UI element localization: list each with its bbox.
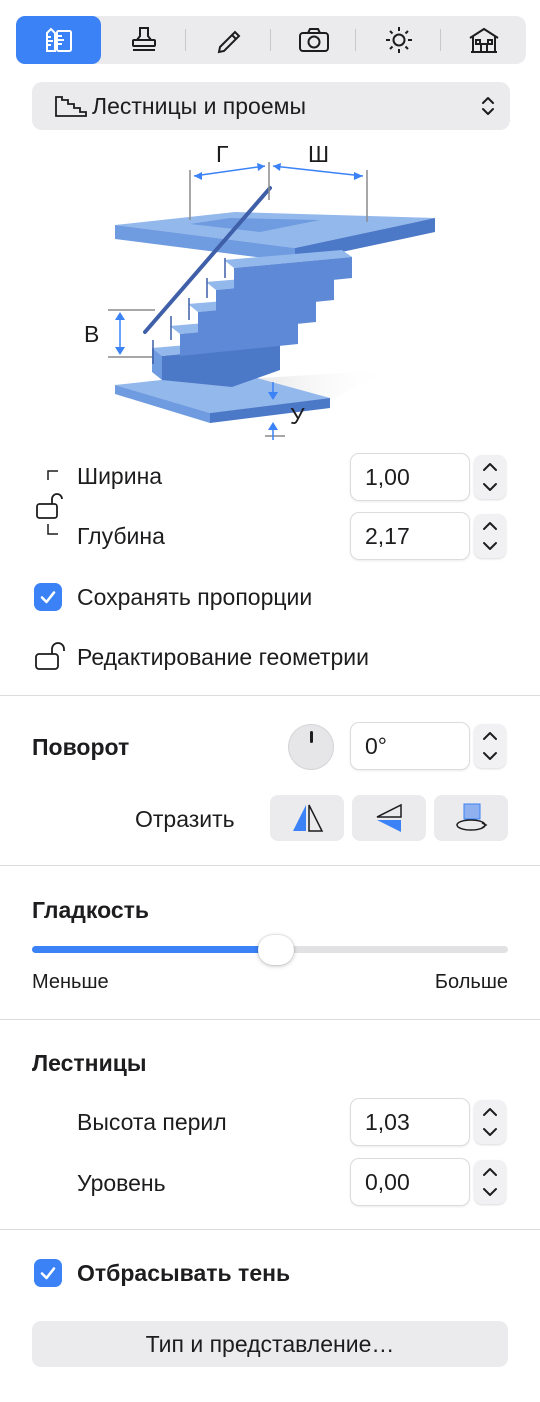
tab-light[interactable] xyxy=(356,16,441,64)
stairs-icon xyxy=(55,96,87,117)
mirror-horizontal-button[interactable] xyxy=(270,795,344,841)
width-field[interactable]: 1,00 xyxy=(350,453,470,501)
railing-height-field[interactable]: 1,03 xyxy=(350,1098,470,1146)
depth-label: Глубина xyxy=(77,523,165,549)
tab-style[interactable] xyxy=(101,16,186,64)
divider xyxy=(0,1229,540,1230)
width-label: Ширина xyxy=(77,463,163,489)
smoothness-title: Гладкость xyxy=(32,897,150,923)
smoothness-slider-knob[interactable] xyxy=(258,935,294,965)
divider xyxy=(0,695,540,696)
upper-landing xyxy=(115,212,435,262)
level-stepper[interactable] xyxy=(474,1160,506,1204)
cast-shadow-label: Отбрасывать тень xyxy=(77,1260,291,1286)
chevron-up-icon[interactable] xyxy=(481,1106,499,1118)
width-stepper[interactable] xyxy=(474,455,506,499)
checkmark-icon xyxy=(40,591,56,604)
stair-illustration: Г Ш В У xyxy=(84,141,435,440)
mirror-label: Отразить xyxy=(135,806,235,832)
depth-stepper[interactable] xyxy=(474,514,506,558)
tab-building[interactable] xyxy=(441,16,526,64)
mirror-vertical-button[interactable] xyxy=(352,795,426,841)
chevron-down-icon[interactable] xyxy=(481,540,499,552)
keep-proportions-label: Сохранять пропорции xyxy=(77,584,313,610)
tab-edit[interactable] xyxy=(186,16,271,64)
checkmark-icon xyxy=(40,1267,56,1280)
level-label: Уровень xyxy=(77,1170,166,1196)
category-popup[interactable]: Лестницы и проемы xyxy=(32,82,510,130)
pencil-icon xyxy=(217,30,240,54)
smoothness-slider-fill xyxy=(32,946,276,953)
edit-geometry-lock[interactable] xyxy=(34,642,68,679)
sun-icon xyxy=(385,27,412,53)
smoothness-min-label: Меньше xyxy=(32,971,109,993)
category-label: Лестницы и проемы xyxy=(92,92,306,119)
type-representation-label: Тип и представление… xyxy=(145,1330,395,1357)
rotation-dial[interactable] xyxy=(288,724,334,770)
mirror-depth-button[interactable] xyxy=(434,795,508,841)
chevron-down-icon[interactable] xyxy=(481,481,499,493)
edit-geometry-label: Редактирование геометрии xyxy=(77,644,369,670)
tab-dimensions[interactable] xyxy=(16,16,101,64)
camera-icon xyxy=(298,28,329,52)
divider xyxy=(0,865,540,866)
ruler-tools-icon xyxy=(45,27,72,52)
label-u: У xyxy=(290,403,305,429)
type-representation-button[interactable]: Тип и представление… xyxy=(32,1321,508,1367)
rotation-field[interactable]: 0° xyxy=(350,722,470,770)
chevron-up-icon[interactable] xyxy=(481,520,499,532)
dial-needle xyxy=(310,731,313,743)
label-g: Г xyxy=(216,141,229,167)
rotate-flip-icon xyxy=(456,803,488,831)
cast-shadow-checkbox[interactable] xyxy=(34,1259,62,1287)
chevron-down-icon[interactable] xyxy=(481,1126,499,1138)
chevron-updown-icon xyxy=(482,97,494,115)
rotation-title: Поворот xyxy=(32,734,130,760)
railing-height-stepper[interactable] xyxy=(474,1100,506,1144)
stairs-title: Лестницы xyxy=(32,1050,147,1076)
chevron-up-icon[interactable] xyxy=(481,461,499,473)
rotation-stepper[interactable] xyxy=(474,724,506,768)
chevron-down-icon[interactable] xyxy=(481,1186,499,1198)
smoothness-max-label: Больше xyxy=(434,971,508,993)
chevron-up-icon[interactable] xyxy=(481,730,499,742)
tab-camera[interactable] xyxy=(271,16,356,64)
chevron-up-icon[interactable] xyxy=(481,1166,499,1178)
chevron-down-icon[interactable] xyxy=(481,750,499,762)
keep-proportions-checkbox[interactable] xyxy=(34,583,62,611)
stair-steps xyxy=(152,250,352,387)
level-field[interactable]: 0,00 xyxy=(350,1158,470,1206)
flip-vertical-icon xyxy=(376,803,402,832)
stamp-icon xyxy=(131,27,156,51)
divider xyxy=(0,1019,540,1020)
proportion-lock-bracket[interactable] xyxy=(32,466,72,546)
depth-field[interactable]: 2,17 xyxy=(350,512,470,560)
label-v: В xyxy=(84,321,99,347)
label-sh: Ш xyxy=(308,141,329,167)
unlock-icon xyxy=(35,642,65,670)
house-icon xyxy=(468,27,499,53)
toolbar-tabs xyxy=(16,16,526,64)
railing-height-label: Высота перил xyxy=(77,1109,227,1135)
flip-horizontal-icon xyxy=(293,804,324,832)
